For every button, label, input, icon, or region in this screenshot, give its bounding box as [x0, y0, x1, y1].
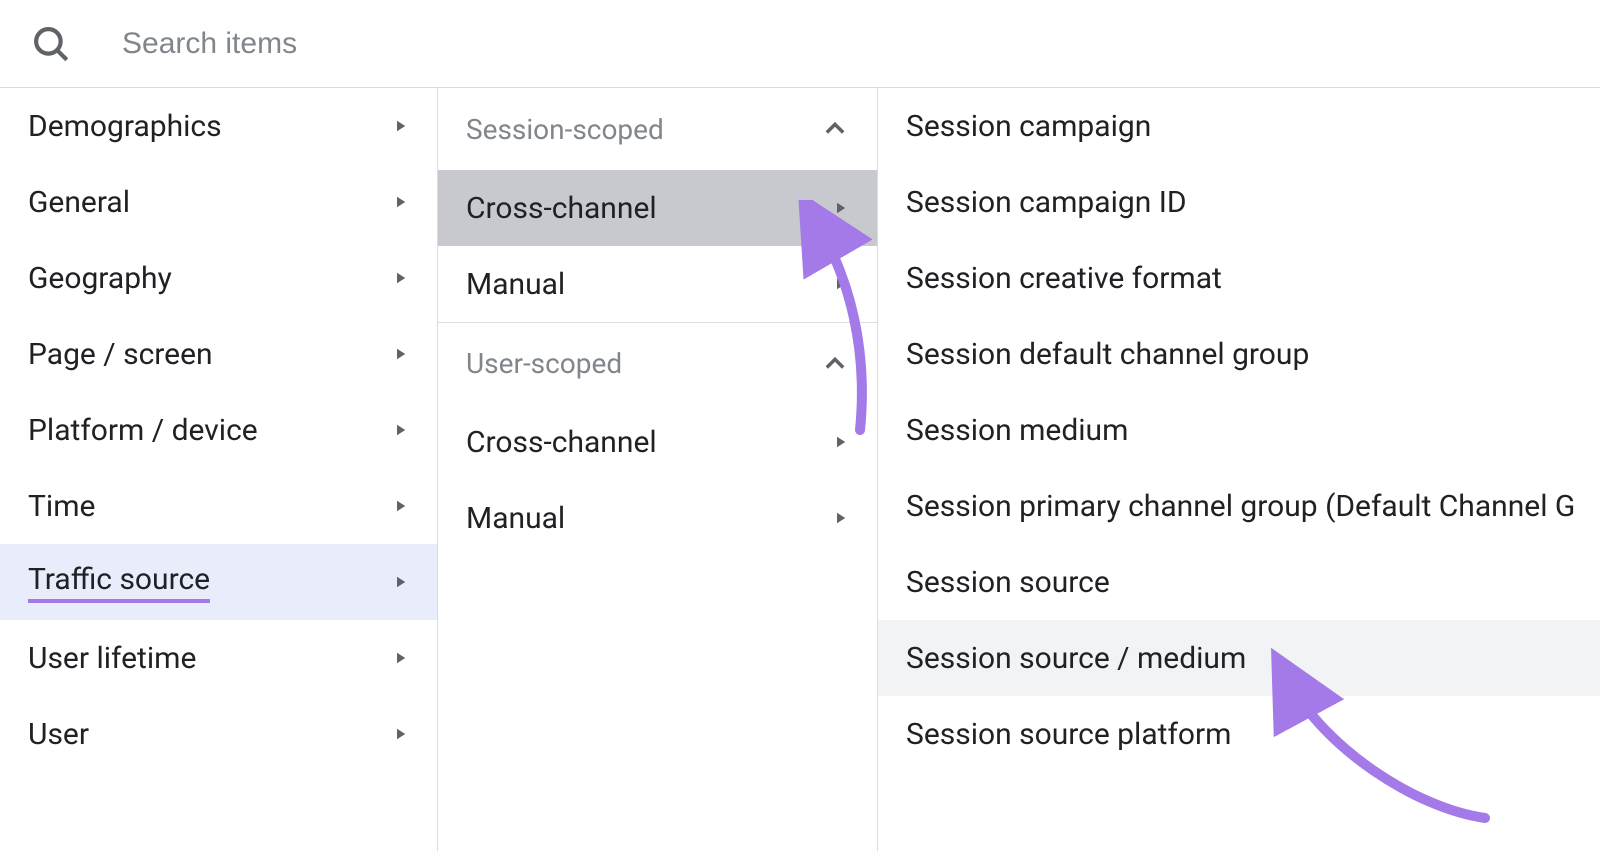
- chevron-up-icon: [821, 350, 849, 378]
- category-item-user[interactable]: User: [0, 696, 437, 772]
- category-column: Demographics General Geography Page / scree…: [0, 88, 438, 851]
- chevron-right-icon: [391, 193, 409, 211]
- category-item-time[interactable]: Time: [0, 468, 437, 544]
- chevron-right-icon: [391, 421, 409, 439]
- chevron-right-icon: [831, 199, 849, 217]
- category-item-label: Geography: [28, 261, 172, 296]
- subcategory-item-user-scoped-manual[interactable]: Manual: [438, 480, 877, 556]
- category-item-geography[interactable]: Geography: [0, 240, 437, 316]
- subcategory-item-label: Cross-channel: [466, 191, 657, 226]
- category-item-label: General: [28, 185, 130, 220]
- dimension-item-label: Session primary channel group (Default C…: [906, 489, 1574, 524]
- category-item-user-lifetime[interactable]: User lifetime: [0, 620, 437, 696]
- category-item-label: Platform / device: [28, 413, 258, 448]
- dimension-item-session-campaign[interactable]: Session campaign: [878, 88, 1600, 164]
- category-item-label: User lifetime: [28, 641, 196, 676]
- category-item-label: User: [28, 717, 89, 752]
- group-header-session-scoped[interactable]: Session-scoped: [438, 88, 877, 170]
- subcategory-column: Session-scoped Cross-channel Manual User-sc…: [438, 88, 878, 851]
- category-item-label: Traffic source: [28, 562, 210, 603]
- dimension-item-session-default-channel-group[interactable]: Session default channel group: [878, 316, 1600, 392]
- group-title: User-scoped: [466, 347, 622, 380]
- dimension-item-label: Session source / medium: [906, 641, 1246, 676]
- subcategory-item-session-scoped-cross-channel[interactable]: Cross-channel: [438, 170, 877, 246]
- category-item-platform-device[interactable]: Platform / device: [0, 392, 437, 468]
- chevron-right-icon: [831, 433, 849, 451]
- dimension-item-session-medium[interactable]: Session medium: [878, 392, 1600, 468]
- subcategory-item-user-scoped-cross-channel[interactable]: Cross-channel: [438, 404, 877, 480]
- search-input[interactable]: [122, 27, 1570, 61]
- category-item-traffic-source[interactable]: Traffic source: [0, 544, 437, 620]
- chevron-right-icon: [391, 497, 409, 515]
- dimension-item-session-campaign-id[interactable]: Session campaign ID: [878, 164, 1600, 240]
- dimension-column: Session campaign Session campaign ID Sessi…: [878, 88, 1600, 851]
- chevron-right-icon: [391, 573, 409, 591]
- dimension-item-session-source-medium[interactable]: Session source / medium: [878, 620, 1600, 696]
- group-title: Session-scoped: [466, 113, 664, 146]
- dimension-item-label: Session creative format: [906, 261, 1222, 296]
- subcategory-item-label: Cross-channel: [466, 425, 657, 460]
- subcategory-item-label: Manual: [466, 501, 565, 536]
- dimension-item-label: Session source: [906, 565, 1110, 600]
- category-item-label: Time: [28, 489, 95, 524]
- chevron-right-icon: [391, 345, 409, 363]
- chevron-right-icon: [831, 275, 849, 293]
- category-item-label: Page / screen: [28, 337, 213, 372]
- dimension-item-label: Session source platform: [906, 717, 1231, 752]
- category-item-page-screen[interactable]: Page / screen: [0, 316, 437, 392]
- chevron-right-icon: [391, 117, 409, 135]
- dimension-item-label: Session campaign: [906, 109, 1151, 144]
- dimension-item-session-primary-channel-group-default-channel-group[interactable]: Session primary channel group (Default C…: [878, 468, 1600, 544]
- subcategory-item-session-scoped-manual[interactable]: Manual: [438, 246, 877, 322]
- dimension-item-label: Session medium: [906, 413, 1128, 448]
- dimension-item-label: Session default channel group: [906, 337, 1309, 372]
- dimension-item-label: Session campaign ID: [906, 185, 1187, 220]
- dimension-item-session-source[interactable]: Session source: [878, 544, 1600, 620]
- picker-columns: Demographics General Geography Page / scree…: [0, 88, 1600, 851]
- chevron-right-icon: [831, 509, 849, 527]
- group-header-user-scoped[interactable]: User-scoped: [438, 322, 877, 404]
- chevron-up-icon: [821, 115, 849, 143]
- chevron-right-icon: [391, 725, 409, 743]
- dimension-item-session-creative-format[interactable]: Session creative format: [878, 240, 1600, 316]
- search-bar: [0, 0, 1600, 88]
- chevron-right-icon: [391, 649, 409, 667]
- category-item-demographics[interactable]: Demographics: [0, 88, 437, 164]
- chevron-right-icon: [391, 269, 409, 287]
- subcategory-item-label: Manual: [466, 267, 565, 302]
- category-item-general[interactable]: General: [0, 164, 437, 240]
- search-icon: [30, 23, 72, 65]
- category-item-label: Demographics: [28, 109, 222, 144]
- dimension-item-session-source-platform[interactable]: Session source platform: [878, 696, 1600, 772]
